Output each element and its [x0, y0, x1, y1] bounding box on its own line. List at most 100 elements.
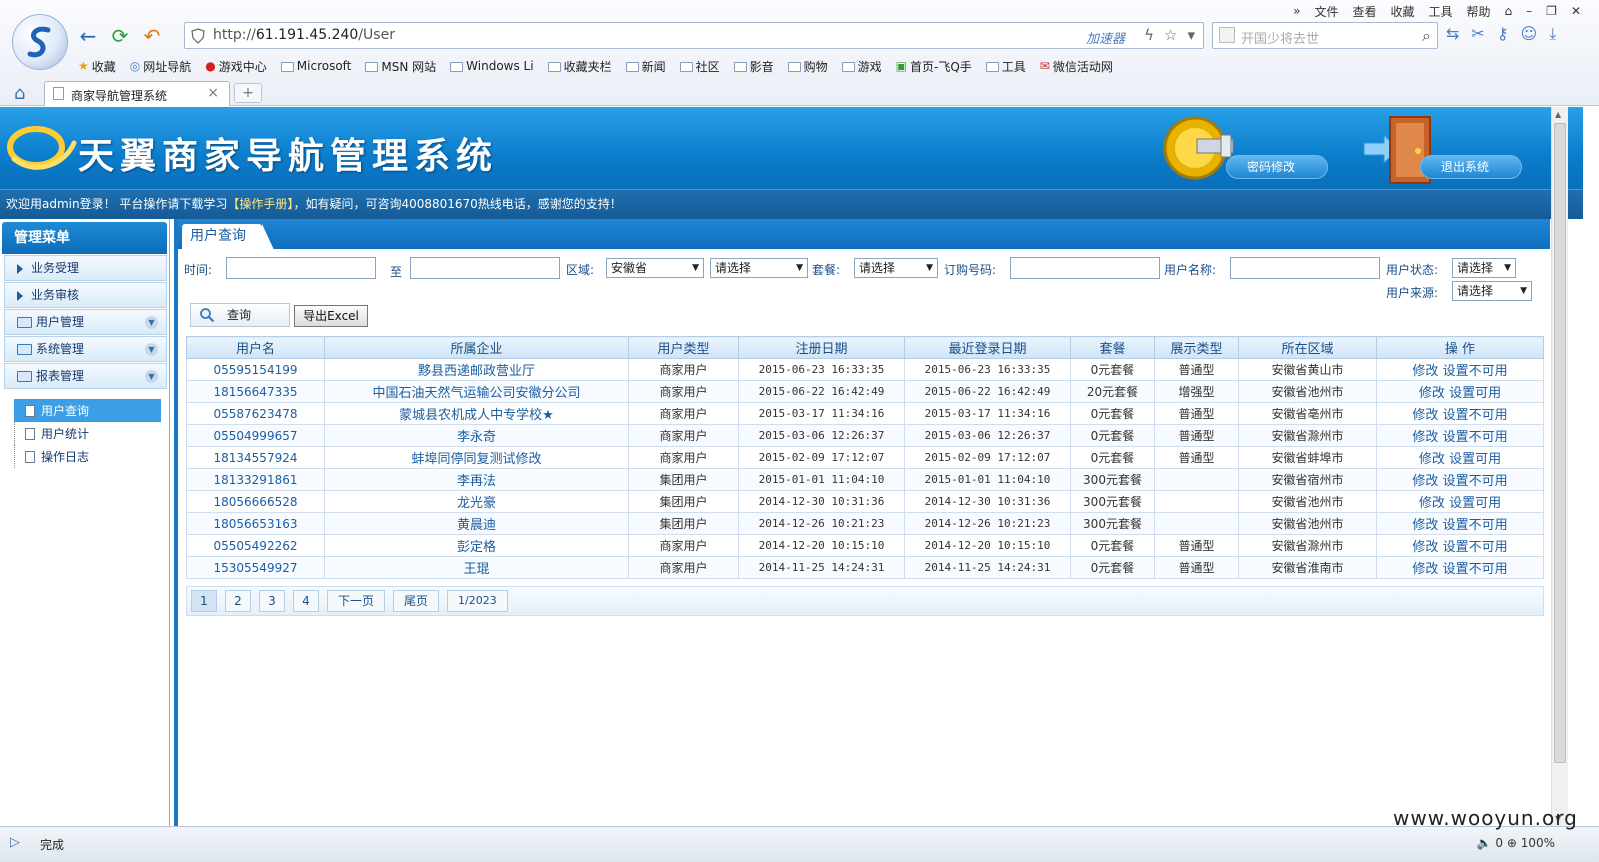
chevron-down-icon[interactable]: ▼: [145, 343, 158, 356]
cell-company[interactable]: 李再法: [324, 468, 629, 491]
favorite-item[interactable]: MSN 网站: [365, 58, 436, 75]
logout-button[interactable]: 退出系统: [1420, 155, 1522, 179]
edit-link[interactable]: 修改: [1412, 430, 1438, 445]
skin-icon[interactable]: ⌂: [1501, 4, 1517, 18]
dropdown-icon[interactable]: ▾: [1187, 26, 1195, 44]
chevron-down-icon[interactable]: ▼: [145, 316, 158, 329]
favorite-item[interactable]: ✉ 微信活动网: [1040, 58, 1113, 75]
close-tab-icon[interactable]: ×: [207, 85, 219, 101]
toggle-availability-link[interactable]: 设置可用: [1449, 496, 1501, 511]
restore-icon[interactable]: ❐: [1542, 4, 1561, 18]
scroll-thumb[interactable]: [1554, 123, 1566, 763]
favorite-item[interactable]: 购物: [787, 58, 828, 75]
edit-link[interactable]: 修改: [1412, 540, 1438, 555]
toggle-availability-link[interactable]: 设置不可用: [1443, 540, 1508, 555]
vertical-scrollbar[interactable]: ▲ ▼: [1551, 107, 1568, 826]
scissors-icon[interactable]: ✂: [1471, 24, 1484, 44]
col-user-type[interactable]: 用户类型: [628, 336, 739, 359]
cell-username[interactable]: 05595154199: [186, 358, 325, 381]
browser-tab[interactable]: 商家导航管理系统 ×: [44, 81, 230, 106]
col-display-type[interactable]: 展示类型: [1154, 336, 1239, 359]
menu-favorites[interactable]: 收藏: [1387, 3, 1419, 20]
edit-link[interactable]: 修改: [1412, 364, 1438, 379]
minimize-icon[interactable]: –: [1522, 4, 1536, 18]
menu-file[interactable]: 文件: [1310, 3, 1342, 20]
order-number-input[interactable]: [1010, 257, 1160, 279]
search-input[interactable]: 开国少将去世 ⌕: [1212, 22, 1438, 49]
smiley-icon[interactable]: ☺: [1521, 24, 1538, 44]
last-page-button[interactable]: 尾页: [393, 590, 440, 612]
cell-company[interactable]: 黟县西递邮政营业厅: [324, 358, 629, 381]
user-source-select[interactable]: 请选择: [1452, 281, 1532, 301]
cell-company[interactable]: 李永奇: [324, 424, 629, 447]
more-icon[interactable]: »: [1289, 4, 1304, 18]
favorite-item[interactable]: Microsoft: [280, 59, 351, 73]
favorite-item[interactable]: 影音: [733, 58, 774, 75]
export-excel-button[interactable]: 导出Excel: [294, 305, 368, 327]
edit-link[interactable]: 修改: [1419, 452, 1445, 467]
city-select[interactable]: 请选择: [710, 258, 808, 278]
province-select[interactable]: 安徽省: [606, 258, 704, 278]
manual-link[interactable]: 【操作手册】: [227, 197, 293, 211]
cell-username[interactable]: 15305549927: [186, 556, 325, 579]
col-username[interactable]: 用户名: [186, 336, 325, 359]
edit-link[interactable]: 修改: [1412, 562, 1438, 577]
cell-username[interactable]: 18056653163: [186, 512, 325, 535]
favorite-item[interactable]: 收藏夹栏: [547, 58, 612, 75]
undo-icon[interactable]: ↶: [140, 24, 164, 48]
edit-link[interactable]: 修改: [1412, 474, 1438, 489]
page-1-button[interactable]: 1: [191, 590, 217, 612]
favorite-item[interactable]: ● 游戏中心: [205, 58, 267, 75]
cell-username[interactable]: 18056666528: [186, 490, 325, 513]
package-select[interactable]: 请选择: [854, 258, 938, 278]
time-end-input[interactable]: [410, 257, 560, 279]
tree-item-user-query[interactable]: 用户查询: [14, 399, 161, 422]
col-package[interactable]: 套餐: [1070, 336, 1155, 359]
close-window-icon[interactable]: ✕: [1567, 4, 1585, 18]
col-region[interactable]: 所在区域: [1238, 336, 1377, 359]
toggle-availability-link[interactable]: 设置不可用: [1443, 408, 1508, 423]
cell-username[interactable]: 18133291861: [186, 468, 325, 491]
sidebar-item-business-review[interactable]: 业务审核: [4, 282, 167, 308]
chevron-down-icon[interactable]: ▼: [145, 370, 158, 383]
sidebar-item-user-management[interactable]: 用户管理 ▼: [4, 309, 167, 335]
edit-link[interactable]: 修改: [1419, 386, 1445, 401]
query-button[interactable]: 查询: [190, 303, 290, 327]
scroll-up-icon[interactable]: ▲: [1555, 110, 1561, 119]
tree-item-operation-log[interactable]: 操作日志: [14, 445, 169, 468]
change-password-button[interactable]: 密码修改: [1226, 155, 1328, 179]
key-icon[interactable]: ⚷: [1497, 24, 1509, 44]
toggle-availability-link[interactable]: 设置不可用: [1443, 518, 1508, 533]
cell-company[interactable]: 蒙城县农机成人中专学校★: [324, 402, 629, 425]
cell-company[interactable]: 黄晨迪: [324, 512, 629, 535]
tree-item-user-stats[interactable]: 用户统计: [14, 422, 169, 445]
favorite-item[interactable]: 新闻: [625, 58, 666, 75]
cell-company[interactable]: 彭定格: [324, 534, 629, 557]
toggle-availability-link[interactable]: 设置不可用: [1443, 562, 1508, 577]
new-tab-button[interactable]: +: [234, 83, 262, 103]
cell-company[interactable]: 中国石油天然气运输公司安徽分公司: [324, 380, 629, 403]
favorite-item[interactable]: Windows Li: [450, 59, 534, 73]
menu-tools[interactable]: 工具: [1425, 3, 1457, 20]
col-last-login[interactable]: 最近登录日期: [904, 336, 1071, 359]
cell-username[interactable]: 05505492262: [186, 534, 325, 557]
sidebar-item-business-accept[interactable]: 业务受理: [4, 255, 167, 281]
address-bar[interactable]: http://61.191.45.240/User 加速器 ϟ ☆ ▾: [184, 22, 1204, 49]
edit-link[interactable]: 修改: [1412, 518, 1438, 533]
edit-link[interactable]: 修改: [1419, 496, 1445, 511]
toggle-availability-link[interactable]: 设置可用: [1449, 452, 1501, 467]
zoom-level[interactable]: 🔈 0 ⊕ 100%: [1477, 836, 1555, 850]
favorite-item[interactable]: 工具: [985, 58, 1026, 75]
search-engine-icon[interactable]: [1219, 27, 1235, 43]
sidebar-item-report-management[interactable]: 报表管理 ▼: [4, 363, 167, 389]
accelerator-label[interactable]: 加速器: [1086, 28, 1125, 47]
toggle-availability-link[interactable]: 设置不可用: [1443, 364, 1508, 379]
sidebar-item-system-management[interactable]: 系统管理 ▼: [4, 336, 167, 362]
back-icon[interactable]: ←: [76, 24, 100, 48]
cell-company[interactable]: 蚌埠同停同复测试修改: [324, 446, 629, 469]
search-icon[interactable]: ⌕: [1422, 26, 1431, 46]
sync-icon[interactable]: ⇆: [1446, 24, 1459, 44]
download-icon[interactable]: ⤓: [1549, 24, 1556, 44]
cell-username[interactable]: 18134557924: [186, 446, 325, 469]
next-page-button[interactable]: 下一页: [327, 590, 386, 612]
